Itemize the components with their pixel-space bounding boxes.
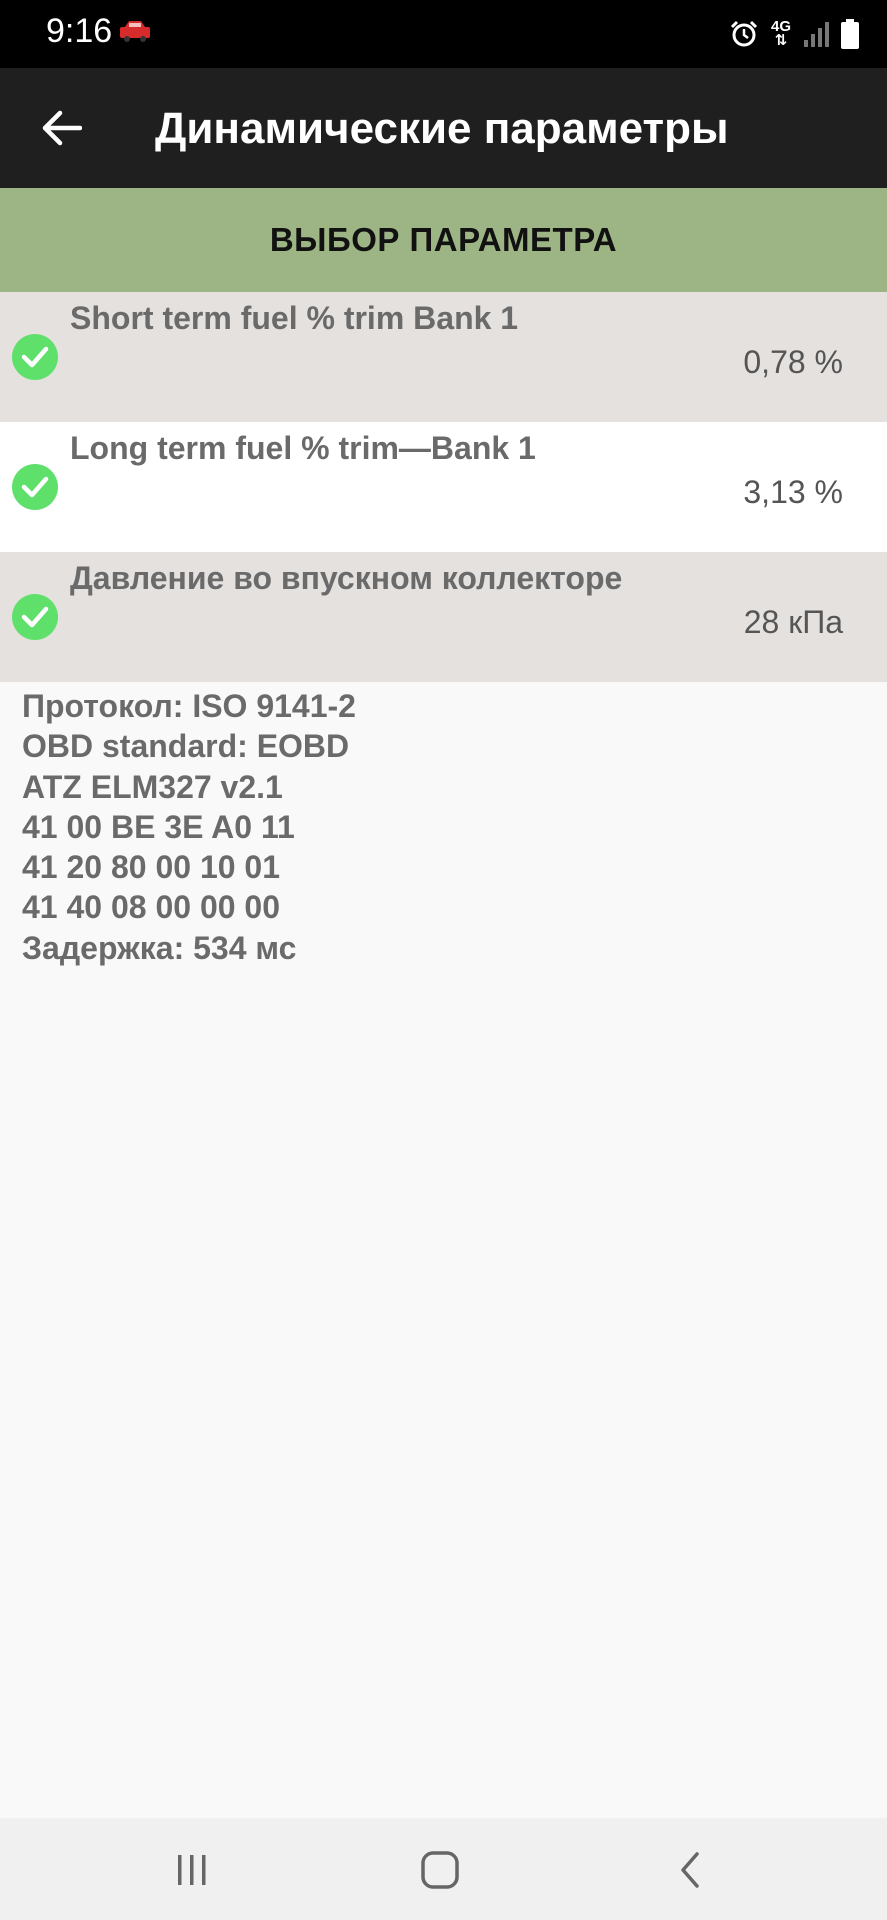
info-adapter: ATZ ELM327 v2.1 bbox=[22, 768, 283, 805]
parameter-name: Short term fuel % trim Bank 1 bbox=[70, 300, 519, 336]
parameter-row[interactable]: Short term fuel % trim Bank 1 0,78 % bbox=[0, 292, 887, 422]
data-arrows-icon: ⇅ bbox=[774, 32, 788, 49]
info-response-line: 41 00 BE 3E A0 11 bbox=[22, 808, 295, 845]
parameter-value: 0,78 % bbox=[743, 344, 843, 380]
check-circle-icon bbox=[12, 594, 58, 640]
recent-apps-button[interactable] bbox=[162, 1844, 222, 1896]
home-icon bbox=[421, 1851, 459, 1889]
system-nav-bar bbox=[0, 1818, 887, 1920]
back-button[interactable] bbox=[30, 96, 94, 160]
status-time: 9:16 bbox=[46, 12, 113, 50]
parameter-row[interactable]: Long term fuel % trim—Bank 1 3,13 % bbox=[0, 422, 887, 552]
chevron-left-icon bbox=[681, 1852, 699, 1888]
parameter-value: 3,13 % bbox=[743, 474, 843, 510]
signal-icon bbox=[804, 22, 829, 47]
select-parameter-button[interactable]: ВЫБОР ПАРАМЕТРА bbox=[0, 188, 887, 292]
arrow-left-icon bbox=[42, 110, 82, 146]
home-button[interactable] bbox=[410, 1844, 470, 1896]
status-icons: 4G ⇅ bbox=[729, 14, 859, 54]
info-response-line: 41 40 08 00 00 00 bbox=[22, 889, 281, 926]
parameter-name: Давление во впускном коллекторе bbox=[70, 560, 623, 596]
parameter-name: Long term fuel % trim—Bank 1 bbox=[70, 430, 536, 466]
info-response-line: 41 20 80 00 10 01 bbox=[22, 849, 281, 886]
parameter-row[interactable]: Давление во впускном коллекторе 28 кПа bbox=[0, 552, 887, 682]
page-title: Динамические параметры bbox=[155, 104, 729, 153]
status-bar: 9:16 4G ⇅ bbox=[0, 0, 887, 68]
car-icon bbox=[120, 21, 150, 42]
info-protocol: Протокол: ISO 9141-2 bbox=[22, 688, 356, 724]
check-circle-icon bbox=[12, 334, 58, 380]
info-delay: Задержка: 534 мс bbox=[22, 929, 297, 966]
connection-info: Протокол: ISO 9141-2 OBD standard: EOBD … bbox=[22, 686, 356, 968]
system-back-button[interactable] bbox=[660, 1844, 720, 1896]
recent-apps-icon bbox=[178, 1855, 206, 1885]
app-toolbar: Динамические параметры bbox=[0, 68, 887, 188]
check-circle-icon bbox=[12, 464, 58, 510]
parameter-value: 28 кПа bbox=[743, 604, 843, 640]
alarm-icon bbox=[730, 20, 758, 47]
info-obd-standard: OBD standard: EOBD bbox=[22, 728, 350, 765]
battery-icon bbox=[841, 19, 859, 49]
network-type: 4G ⇅ bbox=[770, 18, 791, 49]
